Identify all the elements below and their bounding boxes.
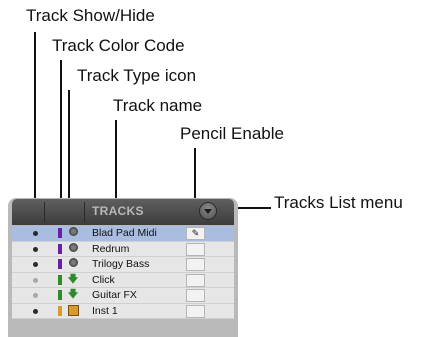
pencil-enable-toggle[interactable] xyxy=(186,242,205,256)
track-show-hide-dot[interactable] xyxy=(33,231,38,236)
track-row[interactable]: 🡇 Click xyxy=(12,272,234,288)
track-color-code xyxy=(58,228,62,238)
track-color-code xyxy=(58,259,62,269)
track-color-code xyxy=(58,290,62,300)
track-show-hide-dot[interactable] xyxy=(33,293,38,298)
track-row[interactable]: 🡇 Guitar FX xyxy=(12,288,234,304)
track-show-hide-dot[interactable] xyxy=(33,246,38,252)
callout-track-color-code: Track Color Code xyxy=(52,36,185,55)
track-row[interactable]: Blad Pad Midi ✎ xyxy=(12,226,234,242)
tracks-list: Blad Pad Midi ✎ Redrum Trilogy Bass 🡇 Cl… xyxy=(12,226,234,319)
callout-pencil-enable: Pencil Enable xyxy=(180,124,284,143)
track-color-code xyxy=(58,274,62,285)
track-name[interactable]: Redrum xyxy=(92,242,129,256)
track-name[interactable]: Trilogy Bass xyxy=(92,257,149,271)
callout-tracks-list-menu: Tracks List menu xyxy=(274,193,403,212)
midi-icon xyxy=(67,242,79,255)
pencil-enable-toggle[interactable] xyxy=(186,304,205,318)
instrument-track-icon xyxy=(67,304,79,317)
callout-track-show-hide: Track Show/Hide xyxy=(26,6,155,25)
track-show-hide-dot[interactable] xyxy=(33,308,38,314)
pencil-enable-toggle[interactable] xyxy=(186,273,205,287)
track-row[interactable]: Inst 1 xyxy=(12,303,234,319)
track-name[interactable]: Blad Pad Midi xyxy=(92,226,157,240)
pencil-enable-toggle[interactable] xyxy=(186,289,205,302)
track-name[interactable]: Click xyxy=(92,273,115,287)
track-name[interactable]: Inst 1 xyxy=(92,304,118,318)
track-color-code xyxy=(58,243,62,254)
callout-track-type-icon: Track Type icon xyxy=(77,66,197,85)
tracks-list-menu-button[interactable] xyxy=(200,203,216,219)
midi-icon xyxy=(67,258,79,270)
header-separator xyxy=(44,202,45,222)
audio-track-icon: 🡇 xyxy=(67,289,79,300)
callout-track-name: Track name xyxy=(113,96,203,115)
pencil-enable-toggle[interactable] xyxy=(186,258,205,271)
track-row[interactable]: Trilogy Bass xyxy=(12,257,234,273)
tracks-panel-title: TRACKS xyxy=(92,204,144,218)
track-show-hide-dot[interactable] xyxy=(33,262,38,267)
track-show-hide-dot[interactable] xyxy=(33,277,38,283)
track-name[interactable]: Guitar FX xyxy=(92,288,137,302)
pencil-enable-toggle[interactable]: ✎ xyxy=(186,227,205,240)
audio-track-icon: 🡇 xyxy=(67,273,79,285)
midi-icon xyxy=(67,227,79,239)
header-separator xyxy=(84,202,85,222)
track-color-code xyxy=(58,305,62,316)
track-row[interactable]: Redrum xyxy=(12,241,234,257)
